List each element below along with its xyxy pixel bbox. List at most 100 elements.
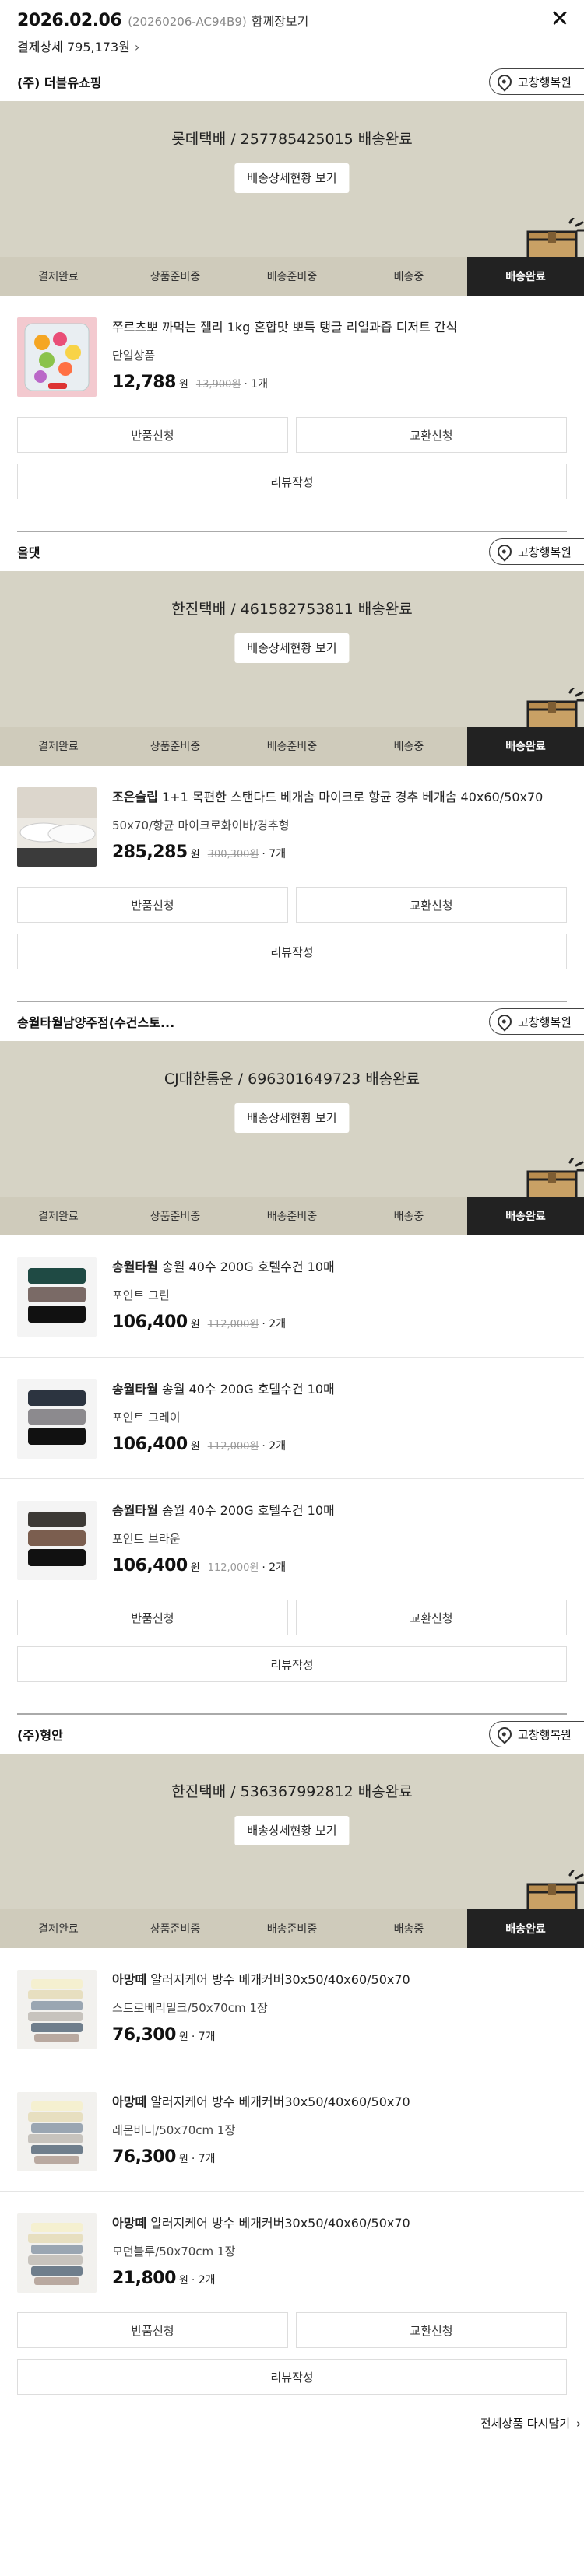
order-item[interactable]: 송월타월 송월 40수 200G 호텔수건 10매포인트 그린 106,400 원 1… <box>0 1235 584 1357</box>
order-code: (20260206-AC94B9) <box>128 15 247 29</box>
order-item[interactable]: 쭈르츠뽀 까먹는 젤리 1kg 혼합맛 뽀득 탱글 리얼과즙 디저트 간식 단일상… <box>0 296 584 417</box>
product-price: 21,800 원 · 2개 <box>112 2269 567 2288</box>
review-button[interactable]: 리뷰작성 <box>17 2359 567 2395</box>
product-price: 12,788 원 13,900원 · 1개 <box>112 373 567 392</box>
seller-name: (주) 더블유쇼핑 <box>17 75 102 90</box>
delivery-step: 배송준비중 <box>266 1923 318 1936</box>
store-button[interactable]: 고창행복원 <box>488 1008 584 1035</box>
exchange-button[interactable]: 교환신청 <box>296 417 567 453</box>
sale-price: 76,300 <box>112 2025 176 2045</box>
original-price: 112,000원 <box>207 1562 259 1574</box>
product-info: 조은슬립 1+1 목편한 스탠다드 베개솜 마이크로 항균 경추 베개솜 40x… <box>112 787 567 887</box>
product-image[interactable] <box>17 1379 97 1459</box>
delivery-steps: 결제완료 상품준비중 배송준비중 배송중 배송완료 <box>0 257 584 296</box>
order-title: 2026.02.06 (20260206-AC94B9) 함께장보기 <box>17 11 567 30</box>
product-option: 포인트 그레이 <box>112 1411 181 1425</box>
product-image[interactable] <box>17 2092 97 2171</box>
product-image[interactable] <box>17 1257 97 1337</box>
order-item[interactable]: 아망떼 알러지케어 방수 베개커버30x50/40x60/50x70 레몬버터/5… <box>0 2070 584 2191</box>
view-together-link[interactable]: 함께장보기 <box>252 14 309 29</box>
store-label: 고창행복원 <box>517 545 572 559</box>
return-button[interactable]: 반품신청 <box>17 1600 288 1635</box>
product-option: 포인트 그린 <box>112 1288 170 1302</box>
quantity: · 7개 <box>262 848 287 860</box>
delivery-step: 결제완료 <box>38 1923 79 1936</box>
delivery-step: 결제완료 <box>38 1211 79 1223</box>
track-detail-button[interactable]: 배송상세현황 보기 <box>234 1816 350 1845</box>
payment-detail-label: 결제상세 795,173원 <box>17 40 130 54</box>
track-detail-button[interactable]: 배송상세현황 보기 <box>234 1103 350 1133</box>
close-icon[interactable]: ✕ <box>547 6 573 33</box>
product-brand: 아망떼 <box>112 2094 147 2109</box>
return-button[interactable]: 반품신청 <box>17 2312 288 2348</box>
store-button[interactable]: 고창행복원 <box>488 68 584 95</box>
product-brand: 아망떼 <box>112 1972 147 1987</box>
delivery-step: 배송중 <box>393 741 424 753</box>
action-buttons: 반품신청 교환신청리뷰작성 <box>0 417 584 499</box>
location-pin-icon <box>494 1724 515 1744</box>
order-item[interactable]: 조은슬립 1+1 목편한 스탠다드 베개솜 마이크로 항균 경추 베개솜 40x… <box>0 766 584 887</box>
store-button[interactable]: 고창행복원 <box>488 538 584 565</box>
delivery-step: 배송완료 <box>467 1197 584 1235</box>
product-title: 쭈르츠뽀 까먹는 젤리 1kg 혼합맛 뽀득 탱글 리얼과즙 디저트 간식 <box>112 317 567 338</box>
location-pin-icon <box>494 72 515 92</box>
delivery-step: 배송중 <box>393 1923 424 1936</box>
review-button[interactable]: 리뷰작성 <box>17 464 567 499</box>
delivery-step: 결제완료 <box>38 741 79 753</box>
action-buttons: 반품신청 교환신청리뷰작성 <box>0 1600 584 1682</box>
product-price: 106,400 원 112,000원 · 2개 <box>112 1313 567 1332</box>
review-button[interactable]: 리뷰작성 <box>17 1646 567 1682</box>
original-price: 300,300원 <box>207 849 259 860</box>
exchange-button[interactable]: 교환신청 <box>296 887 567 923</box>
product-brand: 아망떼 <box>112 2216 147 2231</box>
delivery-step: 배송완료 <box>467 1909 584 1948</box>
order-item[interactable]: 아망떼 알러지케어 방수 베개커버30x50/40x60/50x70 모던블루/5… <box>0 2191 584 2312</box>
original-price: 13,900원 <box>195 379 241 391</box>
sale-price: 106,400 <box>112 1556 188 1575</box>
delivery-step: 상품준비중 <box>150 271 201 283</box>
delivery-status-panel: 한진택배 / 461582753811 배송완료 배송상세현황 보기 결제완료 상품준… <box>0 571 584 766</box>
return-button[interactable]: 반품신청 <box>17 887 288 923</box>
quantity: · 2개 <box>262 1318 287 1330</box>
order-item[interactable]: 송월타월 송월 40수 200G 호텔수건 10매 포인트 브라운 106,400 원… <box>0 1478 584 1600</box>
delivery-step: 배송완료 <box>467 727 584 766</box>
exchange-button[interactable]: 교환신청 <box>296 2312 567 2348</box>
delivery-step: 결제완료 <box>38 271 79 283</box>
delivery-status-panel: CJ대한통운 / 696301649723 배송완료 배송상세현황 보기 결제완료 상… <box>0 1041 584 1235</box>
seller-name: 송월타월남양주점(수건스토... <box>17 1015 175 1030</box>
product-image[interactable] <box>17 1501 97 1580</box>
action-buttons: 반품신청 교환신청리뷰작성 <box>0 887 584 969</box>
delivery-steps: 결제완료 상품준비중 배송준비중 배송중 배송완료 <box>0 1909 584 1948</box>
product-info: 송월타월 송월 40수 200G 호텔수건 10매 포인트 그레이 106,400 원… <box>112 1379 567 1478</box>
product-info: 아망떼 알러지케어 방수 베개커버30x50/40x60/50x70 스트로베리밀… <box>112 1970 567 2070</box>
carrier-tracking: 한진택배 / 461582753811 배송완료 <box>171 601 413 618</box>
product-brand: 송월타월 <box>112 1260 158 1274</box>
exchange-button[interactable]: 교환신청 <box>296 1600 567 1635</box>
product-option: 포인트 브라운 <box>112 1532 181 1546</box>
store-button[interactable]: 고창행복원 <box>488 1721 584 1747</box>
product-image[interactable] <box>17 317 97 397</box>
currency-label: 원 <box>190 1441 200 1453</box>
delivery-step: 상품준비중 <box>150 1923 201 1936</box>
product-brand: 조은슬립 <box>112 790 158 804</box>
product-option: 스트로베리밀크/50x70cm 1장 <box>112 2001 268 2015</box>
review-button[interactable]: 리뷰작성 <box>17 934 567 969</box>
product-image[interactable] <box>17 787 97 867</box>
order-item[interactable]: 아망떼 알러지케어 방수 베개커버30x50/40x60/50x70 스트로베리밀… <box>0 1948 584 2070</box>
payment-detail-link[interactable]: 결제상세 795,173원 › <box>17 37 567 55</box>
product-name: 송월 40수 200G 호텔수건 10매 <box>161 1382 335 1397</box>
track-detail-button[interactable]: 배송상세현황 보기 <box>234 163 350 193</box>
product-image[interactable] <box>17 2213 97 2293</box>
delivery-status-panel: 롯데택배 / 257785425015 배송완료 배송상세현황 보기 결제완료 상품준… <box>0 101 584 296</box>
track-detail-button[interactable]: 배송상세현황 보기 <box>234 633 350 663</box>
product-name: 알러지케어 방수 베개커버30x50/40x60/50x70 <box>150 2094 410 2109</box>
return-button[interactable]: 반품신청 <box>17 417 288 453</box>
product-info: 쭈르츠뽀 까먹는 젤리 1kg 혼합맛 뽀득 탱글 리얼과즙 디저트 간식 단일상… <box>112 317 567 417</box>
product-option: 레몬버터/50x70cm 1장 <box>112 2123 236 2137</box>
quantity: · 7개 <box>191 2031 216 2043</box>
delivery-step: 상품준비중 <box>150 1211 201 1223</box>
reorder-all-link[interactable]: 전체상품 다시담기 › <box>0 2395 584 2431</box>
product-title: 송월타월 송월 40수 200G 호텔수건 10매 <box>112 1257 567 1277</box>
product-image[interactable] <box>17 1970 97 2049</box>
order-item[interactable]: 송월타월 송월 40수 200G 호텔수건 10매 포인트 그레이 106,400 원… <box>0 1357 584 1478</box>
